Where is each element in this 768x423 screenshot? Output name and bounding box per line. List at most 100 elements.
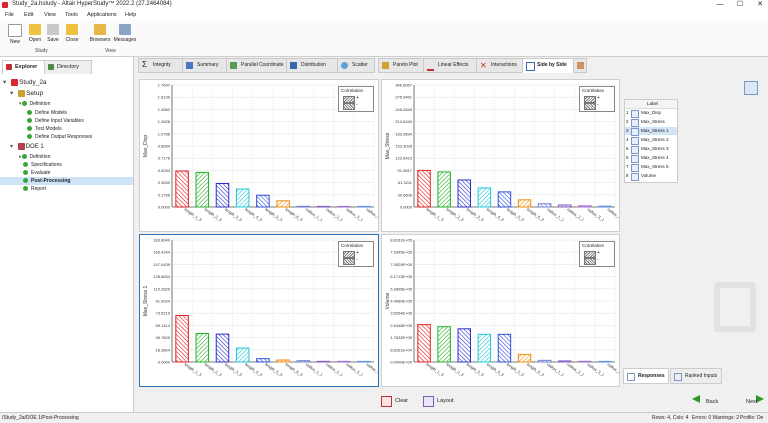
save-label: Save bbox=[47, 37, 59, 43]
chart-panel-max-stress-1[interactable]: 183.8049 165.4244 147.0439 128.6634 110.2829… bbox=[139, 234, 379, 387]
y-tick-label: 0.0000 bbox=[400, 205, 413, 210]
correlation-legend: Correlation + - bbox=[338, 241, 374, 267]
menu-help[interactable]: Help bbox=[125, 12, 136, 18]
linear-effects-icon bbox=[427, 62, 434, 71]
bar bbox=[497, 333, 512, 363]
x-tick-label: length_5_3 bbox=[506, 362, 526, 378]
bar bbox=[215, 182, 230, 208]
extra-plot-icon bbox=[577, 62, 584, 69]
chart-panel-volume[interactable]: 8.8161E+05 7.9345E+05 7.0529E+05 6.1713E+05… bbox=[381, 234, 620, 387]
legend-negative-label: - bbox=[597, 102, 599, 108]
x-tick-label: length_6_3 bbox=[526, 207, 546, 223]
tree-define-models[interactable]: Define Models bbox=[27, 109, 67, 117]
bar bbox=[457, 179, 471, 208]
check-icon bbox=[23, 162, 28, 168]
tab-explorer[interactable]: Explorer bbox=[2, 60, 48, 74]
tab-distribution[interactable]: Distribution bbox=[286, 58, 339, 73]
y-tick-label: 0.0000 bbox=[158, 205, 171, 210]
y-tick-label: 306.6057 bbox=[395, 83, 412, 88]
tab-extra[interactable] bbox=[573, 58, 587, 73]
panel-toggle-icon[interactable] bbox=[744, 81, 758, 95]
x-tick-label: length_6_3 bbox=[526, 362, 546, 378]
tree-doe-definition[interactable]: ▸ Definition bbox=[19, 153, 50, 161]
check-icon bbox=[27, 134, 32, 140]
correlation-legend: Correlation + - bbox=[579, 241, 615, 267]
table-row[interactable]: 4 Max_Stress 2 bbox=[625, 136, 677, 145]
table-row[interactable]: 6 Max_Stress 4 bbox=[625, 154, 677, 163]
tab-label: Parallel Coordinate bbox=[241, 62, 284, 68]
tree-report[interactable]: Report bbox=[23, 185, 46, 193]
tab-directory[interactable]: Directory bbox=[44, 60, 92, 74]
tab-summary[interactable]: Summary bbox=[182, 58, 228, 73]
tree-study[interactable]: ▾ Study_2a bbox=[3, 79, 47, 87]
y-tick-label: 1.2628 bbox=[158, 119, 171, 124]
check-icon bbox=[27, 118, 32, 124]
minimize-button[interactable]: — bbox=[712, 0, 728, 10]
new-button[interactable]: New bbox=[5, 23, 25, 51]
table-row[interactable]: 7 Max_Stress 5 bbox=[625, 163, 677, 172]
tab-scatter[interactable]: Scatter bbox=[337, 58, 375, 73]
row-label: Max_Stress 5 bbox=[641, 164, 669, 169]
x-tick-label: radius_3_1 bbox=[345, 207, 365, 223]
tree-evaluate[interactable]: Evaluate bbox=[23, 169, 50, 177]
table-row[interactable]: 8 Volume bbox=[625, 172, 677, 181]
y-tick-label: 245.2845 bbox=[395, 107, 412, 112]
menu-tools[interactable]: Tools bbox=[65, 12, 78, 18]
chart-panel-max-disp[interactable]: 1.7647 1.6139 1.4582 1.2628 1.0786 0.8934 0.71… bbox=[139, 79, 379, 232]
messages-icon bbox=[119, 24, 131, 35]
save-button[interactable]: Save bbox=[43, 23, 63, 51]
bar bbox=[477, 187, 492, 208]
close-button[interactable]: ✕ bbox=[752, 0, 768, 10]
chart-panel-max-stress[interactable]: 306.6057 275.9451 245.2845 214.6240 183.9634… bbox=[381, 79, 620, 232]
open-label: Open bbox=[28, 37, 42, 43]
tab-pareto-plot[interactable]: Pareto Plot bbox=[378, 58, 424, 73]
tab-label: Scatter bbox=[352, 62, 368, 68]
open-button[interactable]: Open bbox=[25, 23, 45, 51]
legend-positive-label: + bbox=[356, 95, 359, 101]
tab-side-by-side[interactable]: Side by Side bbox=[522, 58, 575, 73]
tree-setup[interactable]: ▾ Setup bbox=[10, 90, 43, 98]
tree-test-models[interactable]: Test Models bbox=[27, 125, 62, 133]
x-tick-label: radius_4_1 bbox=[606, 362, 619, 378]
tab-ranked-inputs[interactable]: Ranked Inputs bbox=[670, 368, 722, 384]
x-tick-label: radius_1_1 bbox=[546, 207, 566, 223]
row-label: Volume bbox=[641, 173, 657, 178]
node-label: Define Input Variables bbox=[35, 118, 84, 124]
tab-linear-effects[interactable]: Linear Effects bbox=[423, 58, 477, 73]
table-row[interactable]: 1 Max_Disp bbox=[625, 109, 677, 118]
menu-view[interactable]: View bbox=[44, 12, 56, 18]
legend-swatch-negative bbox=[584, 258, 596, 265]
tree-setup-definition[interactable]: ▾ Definition bbox=[19, 100, 50, 108]
table-row[interactable]: 2 Max_Stress bbox=[625, 118, 677, 127]
table-row[interactable]: 5 Max_Stress 3 bbox=[625, 145, 677, 154]
node-label: Report bbox=[31, 186, 47, 192]
tab-integrity[interactable]: Σ Integrity bbox=[138, 58, 184, 73]
close-study-button[interactable]: Close bbox=[62, 23, 82, 51]
messages-button[interactable]: Messages bbox=[113, 23, 137, 51]
y-tick-label: 0.3530 bbox=[158, 180, 171, 185]
browsers-button[interactable]: Browsers bbox=[88, 23, 112, 51]
y-axis-title: Volume bbox=[385, 292, 391, 309]
menu-edit[interactable]: Edit bbox=[24, 12, 33, 18]
responses-table: Label 1 Max_Disp 2 Max_Stress 3 Max_Stress … bbox=[624, 99, 678, 183]
menu-applications[interactable]: Applications bbox=[87, 12, 117, 18]
y-tick-label: 0.5294 bbox=[158, 168, 171, 173]
tab-responses[interactable]: Responses bbox=[623, 368, 669, 384]
tree-post-processing[interactable]: Post-Processing bbox=[0, 177, 133, 185]
x-tick-label: radius_1_1 bbox=[305, 362, 325, 378]
tree-define-input-variables[interactable]: Define Input Variables bbox=[27, 117, 84, 125]
group-study-label: Study bbox=[35, 48, 48, 54]
maximize-button[interactable]: ☐ bbox=[732, 0, 748, 10]
x-tick-label: length_2_3 bbox=[446, 207, 466, 223]
menu-file[interactable]: File bbox=[5, 12, 14, 18]
tree-doe[interactable]: ▾ DOE 1 bbox=[10, 143, 44, 151]
tree-define-output-responses[interactable]: Define Output Responses bbox=[27, 133, 92, 141]
microscope-watermark-icon bbox=[714, 282, 756, 332]
bar bbox=[235, 188, 250, 208]
node-label: Definition bbox=[29, 154, 51, 160]
tree-specifications[interactable]: Specifications bbox=[23, 161, 62, 169]
header-label: Label bbox=[647, 101, 659, 106]
browsers-label: Browsers bbox=[89, 37, 111, 43]
table-row[interactable]: 3 Max_Stress 1 bbox=[625, 127, 677, 136]
legend-swatch-positive bbox=[343, 96, 355, 103]
